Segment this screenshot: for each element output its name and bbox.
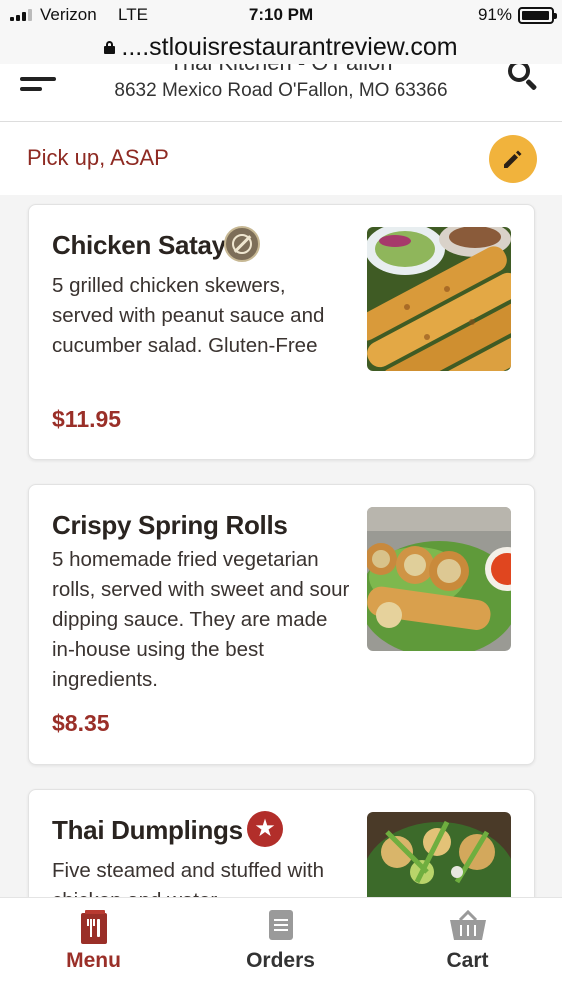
menu-item-card-thai-dumplings[interactable]: Thai Dumplings ★ Five steamed and stuffe… <box>28 789 535 897</box>
order-mode-bar: Pick up, ASAP <box>0 123 562 195</box>
tab-orders-label: Orders <box>246 949 315 972</box>
battery-percent: 91% <box>477 5 512 24</box>
tab-menu[interactable]: Menu <box>0 898 187 1000</box>
star-icon: ★ <box>247 811 283 847</box>
menu-item-description: Five steamed and stuffed with chicken an… <box>52 859 324 897</box>
restaurant-header: Thai Kitchen - O'Fallon 8632 Mexico Road… <box>0 64 562 122</box>
pencil-icon <box>504 150 522 168</box>
hamburger-menu-icon[interactable] <box>20 70 58 96</box>
basket-icon <box>449 909 486 945</box>
menu-utensils-icon <box>80 910 107 949</box>
menu-item-list[interactable]: Chicken Satay 5 grilled chicken skewers,… <box>0 195 562 897</box>
thai-dumplings-photo <box>367 812 511 897</box>
menu-item-description: 5 homemade fried vegetarian rolls, serve… <box>52 548 350 691</box>
restaurant-address: 8632 Mexico Road O'Fallon, MO 63366 <box>114 80 448 101</box>
bottom-tab-bar: Menu Orders Cart <box>0 897 562 1000</box>
chicken-satay-photo <box>367 227 511 371</box>
tab-cart[interactable]: Cart <box>374 898 561 1000</box>
spring-rolls-photo <box>367 507 511 651</box>
menu-item-title: Chicken Satay <box>52 230 226 260</box>
tab-cart-label: Cart <box>446 949 489 972</box>
menu-item-card-crispy-spring-rolls[interactable]: Crispy Spring Rolls 5 homemade fried veg… <box>28 484 535 765</box>
lock-icon <box>104 40 116 54</box>
pickup-time-label[interactable]: Pick up, ASAP <box>27 145 169 171</box>
restaurant-name: Thai Kitchen - O'Fallon <box>0 64 562 76</box>
menu-item-price: $8.35 <box>52 710 110 736</box>
url-text: ....stlouisrestaurantreview.com <box>121 32 458 61</box>
menu-item-description: 5 grilled chicken skewers, served with p… <box>52 274 325 357</box>
menu-item-title: Thai Dumplings <box>52 815 243 845</box>
tab-orders[interactable]: Orders <box>187 898 374 1000</box>
address-bar[interactable]: ....stlouisrestaurantreview.com <box>0 30 562 64</box>
gluten-free-icon <box>224 226 260 262</box>
edit-order-mode-button[interactable] <box>489 135 537 183</box>
menu-item-card-chicken-satay[interactable]: Chicken Satay 5 grilled chicken skewers,… <box>28 204 535 460</box>
menu-item-price: $11.95 <box>52 406 122 432</box>
battery-icon <box>518 7 557 24</box>
status-bar: Verizon LTE 7:10 PM 91% <box>0 0 562 30</box>
search-icon[interactable] <box>506 64 540 92</box>
menu-item-title: Crispy Spring Rolls <box>52 510 288 540</box>
orders-icon <box>268 910 293 945</box>
tab-menu-label: Menu <box>66 949 121 972</box>
